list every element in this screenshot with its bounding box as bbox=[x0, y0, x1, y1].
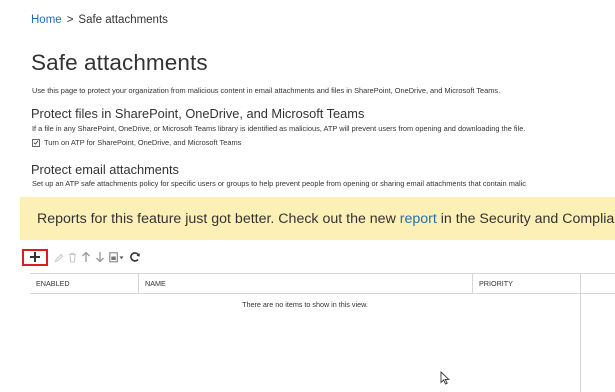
column-header-name[interactable]: NAME bbox=[138, 274, 472, 294]
column-header-priority[interactable]: PRIORITY bbox=[472, 274, 580, 294]
arrow-down-icon bbox=[96, 252, 104, 263]
column-header-enabled[interactable]: ENABLED bbox=[30, 274, 138, 294]
grid-divider bbox=[580, 294, 581, 392]
add-policy-button[interactable] bbox=[22, 248, 48, 266]
refresh-icon bbox=[130, 252, 140, 262]
page: Home > Safe attachments Safe attachments U… bbox=[0, 0, 615, 392]
section-email-description: Set up an ATP safe attachments policy fo… bbox=[32, 179, 526, 188]
trash-icon bbox=[69, 252, 76, 262]
banner-text: Reports for this feature just got better… bbox=[37, 211, 615, 227]
atp-sharepoint-checkbox[interactable] bbox=[32, 138, 40, 147]
policy-grid: ENABLED NAME PRIORITY There are no items… bbox=[30, 273, 615, 392]
page-description: Use this page to protect your organizati… bbox=[32, 86, 501, 95]
breadcrumb-separator: > bbox=[66, 14, 74, 26]
atp-sharepoint-checkbox-row[interactable]: Turn on ATP for SharePoint, OneDrive, an… bbox=[32, 138, 241, 147]
page-title: Safe attachments bbox=[31, 50, 208, 75]
mouse-cursor-icon bbox=[440, 371, 450, 385]
move-down-button[interactable] bbox=[95, 249, 105, 265]
checkmark-icon bbox=[33, 140, 39, 145]
banner-report-link[interactable]: report bbox=[400, 211, 437, 227]
plus-icon bbox=[30, 252, 40, 262]
section-email-title: Protect email attachments bbox=[31, 162, 179, 177]
grid-header: ENABLED NAME PRIORITY bbox=[30, 273, 615, 294]
edit-policy-button[interactable] bbox=[54, 249, 64, 265]
banner-text-after: in the Security and Compliance Ce bbox=[440, 211, 615, 227]
export-icon bbox=[109, 251, 124, 262]
section-files-title: Protect files in SharePoint, OneDrive, a… bbox=[31, 106, 365, 121]
breadcrumb-current: Safe attachments bbox=[78, 14, 168, 26]
delete-policy-button[interactable] bbox=[68, 249, 77, 265]
breadcrumb-home-link[interactable]: Home bbox=[31, 14, 62, 26]
move-up-button[interactable] bbox=[81, 249, 91, 265]
column-header-spacer bbox=[580, 274, 615, 294]
pencil-icon bbox=[54, 253, 64, 262]
section-files-description: If a file in any SharePoint, OneDrive, o… bbox=[32, 124, 526, 133]
atp-sharepoint-checkbox-label: Turn on ATP for SharePoint, OneDrive, an… bbox=[44, 138, 242, 147]
export-menu-button[interactable] bbox=[109, 249, 125, 265]
policy-toolbar bbox=[22, 248, 145, 266]
reports-banner: Reports for this feature just got better… bbox=[20, 197, 615, 240]
banner-text-before: Reports for this feature just got better… bbox=[37, 211, 400, 227]
refresh-button[interactable] bbox=[129, 249, 141, 265]
arrow-up-icon bbox=[82, 251, 90, 262]
empty-grid-message: There are no items to show in this view. bbox=[242, 300, 368, 309]
breadcrumb: Home > Safe attachments bbox=[31, 14, 168, 26]
